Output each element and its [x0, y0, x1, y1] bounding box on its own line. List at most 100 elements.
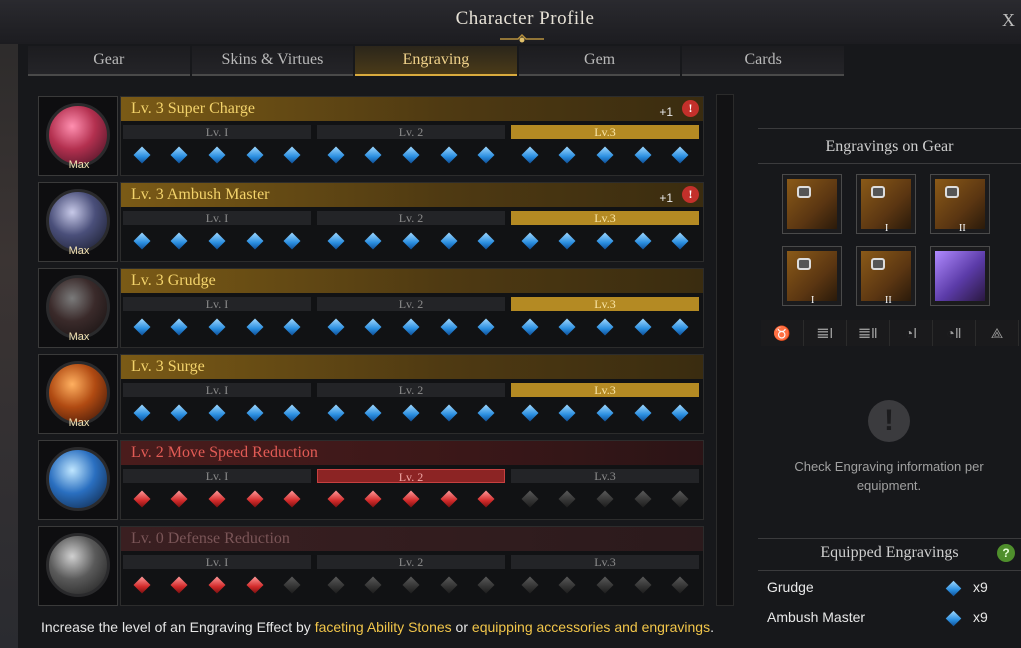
- gear-slot-ability-stone[interactable]: [930, 246, 990, 306]
- tab-gear[interactable]: Gear: [28, 46, 190, 76]
- filled-node-icon: [170, 404, 188, 422]
- filled-node-icon: [246, 576, 264, 594]
- level-group: Lv.3: [511, 469, 699, 515]
- filled-node-icon: [246, 232, 264, 250]
- engraving-title-bar: Lv. 3 Grudge: [121, 269, 703, 293]
- level-label: Lv. 2: [317, 297, 505, 311]
- filled-node-icon: [671, 146, 689, 164]
- filled-node-icon: [283, 232, 301, 250]
- faceting-link[interactable]: faceting Ability Stones: [315, 619, 452, 635]
- filled-node-icon: [170, 576, 188, 594]
- engraving-bar: Lv. 0 Defense Reduction Lv. I Lv. 2 Lv.3: [120, 526, 704, 606]
- ability-stone-icon[interactable]: ⟁: [976, 320, 1019, 346]
- empty-node-icon: [440, 576, 458, 594]
- engraving-row[interactable]: Max Lv. 3 Grudge Lv. I Lv. 2 Lv.3: [38, 268, 704, 348]
- gear-slot-earring[interactable]: I: [856, 174, 916, 234]
- engraving-row[interactable]: Lv. 0 Defense Reduction Lv. I Lv. 2 Lv.3: [38, 526, 704, 606]
- empty-node-icon: [521, 490, 539, 508]
- warning-icon[interactable]: !: [682, 100, 699, 117]
- empty-node-icon: [477, 576, 495, 594]
- tab-engraving[interactable]: Engraving: [355, 46, 517, 76]
- level-label: Lv.3: [511, 383, 699, 397]
- help-button[interactable]: ?: [997, 544, 1015, 562]
- filled-node-icon: [283, 490, 301, 508]
- level-group: Lv. 2: [317, 297, 505, 343]
- divider: [758, 570, 1021, 571]
- empty-node-icon: [596, 576, 614, 594]
- scrollbar[interactable]: [716, 94, 734, 606]
- tab-skins-virtues[interactable]: Skins & Virtues: [191, 46, 354, 76]
- equipped-item: Ambush Master x9: [767, 607, 1007, 629]
- engraving-title-bar: Lv. 3 Super Charge +1!: [121, 97, 703, 121]
- equipped-item-name: Grudge: [767, 579, 814, 595]
- level-group: Lv. 2: [317, 469, 505, 515]
- engraving-row[interactable]: Max Lv. 3 Surge Lv. I Lv. 2 Lv.3: [38, 354, 704, 434]
- gear-engraving-panel: Engravings on Gear I II I II ♉ 𝌆Ⅰ 𝌆Ⅱ ◔Ⅰ ◔Ⅱ ⟁ ! C…: [758, 88, 1021, 648]
- engraving-title: Lv. 2 Move Speed Reduction: [131, 444, 318, 461]
- level-group: Lv. I: [123, 125, 311, 171]
- close-button[interactable]: X: [1002, 10, 1015, 31]
- engraving-title-bar: Lv. 3 Surge: [121, 355, 703, 379]
- tab-cards[interactable]: Cards: [682, 46, 844, 76]
- filled-node-icon: [440, 318, 458, 336]
- level-group: Lv. 2: [317, 555, 505, 601]
- tab-gem[interactable]: Gem: [518, 46, 681, 76]
- filled-node-icon: [558, 318, 576, 336]
- bonus-label: +1: [659, 191, 673, 205]
- footer-suffix: .: [710, 619, 714, 635]
- engraving-icon-frame: Max: [38, 96, 118, 176]
- earring-1-icon[interactable]: 𝌆Ⅰ: [804, 320, 847, 346]
- filled-node-icon: [208, 490, 226, 508]
- empty-node-icon: [671, 576, 689, 594]
- filled-node-icon: [364, 318, 382, 336]
- gem-row: [317, 486, 505, 512]
- ring-icon: II: [861, 251, 911, 306]
- engraving-row[interactable]: Lv. 2 Move Speed Reduction Lv. I Lv. 2 Lv.3: [38, 440, 704, 520]
- engraving-bar: Lv. 2 Move Speed Reduction Lv. I Lv. 2 Lv.3: [120, 440, 704, 520]
- earring-2-icon[interactable]: 𝌆Ⅱ: [847, 320, 890, 346]
- level-group: Lv. I: [123, 383, 311, 429]
- filled-node-icon: [596, 146, 614, 164]
- filled-node-icon: [283, 146, 301, 164]
- level-group: Lv.3: [511, 211, 699, 257]
- level-label: Lv. 2: [317, 211, 505, 225]
- engraving-bar: Lv. 3 Grudge Lv. I Lv. 2 Lv.3: [120, 268, 704, 348]
- slot-index-label: I: [885, 223, 889, 234]
- engraving-bar: Lv. 3 Super Charge +1! Lv. I Lv. 2 Lv.3: [120, 96, 704, 176]
- filled-node-icon: [440, 146, 458, 164]
- ring-2-icon[interactable]: ◔Ⅱ: [933, 320, 976, 346]
- gear-slot-ring[interactable]: II: [856, 246, 916, 306]
- filled-node-icon: [170, 318, 188, 336]
- filled-node-icon: [402, 318, 420, 336]
- engraving-row[interactable]: Max Lv. 3 Super Charge +1! Lv. I Lv. 2 Lv.3: [38, 96, 704, 176]
- filled-node-icon: [634, 318, 652, 336]
- filled-node-icon: [208, 146, 226, 164]
- engraving-row[interactable]: Max Lv. 3 Ambush Master +1! Lv. I Lv. 2 Lv.3: [38, 182, 704, 262]
- engraving-gem-icon: [945, 580, 962, 597]
- gear-slot-earring[interactable]: II: [930, 174, 990, 234]
- filled-node-icon: [246, 404, 264, 422]
- necklace-icon: [787, 179, 837, 229]
- title-ornament-icon: [500, 33, 544, 43]
- engraving-title: Lv. 3 Super Charge: [131, 100, 255, 117]
- lock-icon: [871, 186, 885, 198]
- gear-slot-ring[interactable]: I: [782, 246, 842, 306]
- level-label: Lv.3: [511, 297, 699, 311]
- earring-icon: II: [935, 179, 985, 234]
- necklace-icon[interactable]: ♉: [761, 320, 804, 346]
- engraving-gem-icon: [945, 610, 962, 627]
- gem-row: [511, 486, 699, 512]
- level-group: Lv. I: [123, 211, 311, 257]
- warning-icon[interactable]: !: [682, 186, 699, 203]
- filled-node-icon: [671, 404, 689, 422]
- max-badge: Max: [68, 417, 90, 429]
- gem-row: [511, 314, 699, 340]
- filled-node-icon: [402, 404, 420, 422]
- filled-node-icon: [327, 404, 345, 422]
- filled-node-icon: [208, 232, 226, 250]
- equipping-link[interactable]: equipping accessories and engravings: [472, 619, 710, 635]
- level-label: Lv. I: [123, 297, 311, 311]
- ring-1-icon[interactable]: ◔Ⅰ: [890, 320, 933, 346]
- filled-node-icon: [440, 232, 458, 250]
- gear-slot-necklace[interactable]: [782, 174, 842, 234]
